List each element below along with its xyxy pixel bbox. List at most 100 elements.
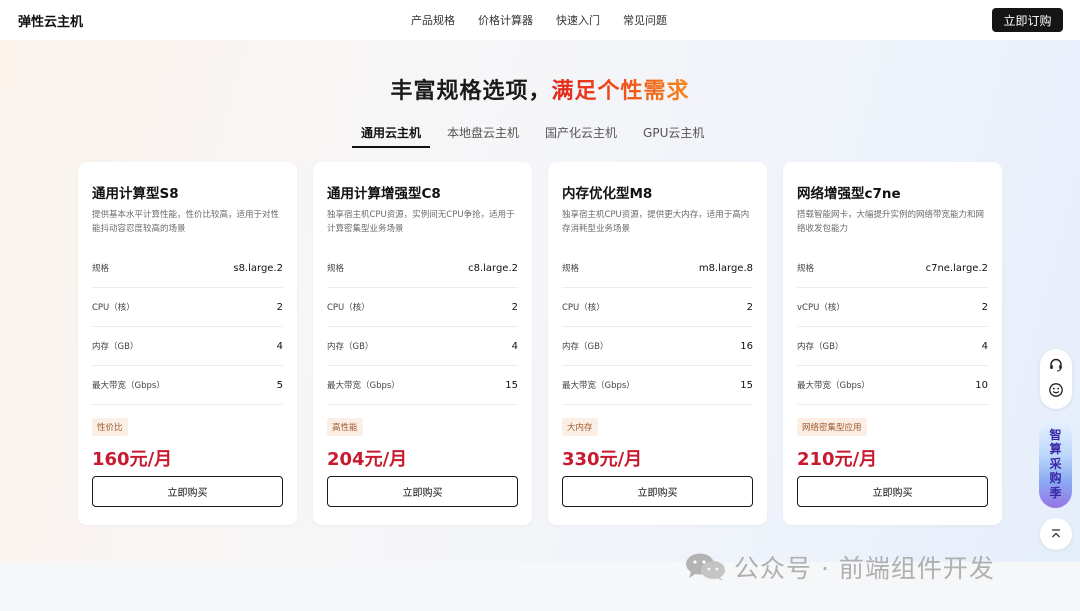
- tab-local-disk-instance[interactable]: 本地盘云主机: [447, 124, 519, 148]
- feature-badge: 网络密集型应用: [797, 418, 867, 436]
- spec-key: 规格: [562, 264, 580, 274]
- spec-key: 内存（GB）: [327, 342, 374, 352]
- spec-row-cpu: vCPU（核） 2: [797, 288, 988, 327]
- spec-key: 最大带宽（Gbps）: [92, 381, 165, 391]
- feature-badge: 高性能: [327, 418, 363, 436]
- headline-text: 丰富规格选项，: [390, 79, 552, 104]
- card-description: 搭载智能网卡，大幅提升实例的网络带宽能力和网络收发包能力: [797, 210, 985, 234]
- card-title: 通用计算型S8: [92, 186, 179, 202]
- watermark: 公众号 · 前端组件开发: [684, 550, 995, 584]
- buy-now-button[interactable]: 立即购买: [327, 476, 518, 507]
- tab-gpu-instance[interactable]: GPU云主机: [643, 124, 704, 148]
- main-nav: 产品规格 价格计算器 快速入门 常见问题: [411, 12, 690, 28]
- promo-pill[interactable]: 智 算 采 购 季: [1039, 420, 1072, 508]
- spec-value: c7ne.large.2: [925, 262, 988, 274]
- spec-card-c8: 通用计算增强型C8 独享宿主机CPU资源，实例间无CPU争抢，适用于计算密集型业…: [313, 162, 532, 525]
- promo-char: 购: [1049, 471, 1062, 486]
- nav-link-price-calculator[interactable]: 价格计算器: [478, 12, 533, 28]
- spec-row-cpu: CPU（核） 2: [327, 288, 518, 327]
- spec-key: vCPU（核）: [797, 303, 845, 313]
- spec-row-cpu: CPU（核） 2: [562, 288, 753, 327]
- spec-cards: 通用计算型S8 提供基本水平计算性能，性价比较高，适用于对性能抖动容忍度较高的场…: [78, 162, 1008, 525]
- promo-char: 算: [1049, 442, 1062, 457]
- spec-row-cpu: CPU（核） 2: [92, 288, 283, 327]
- spec-value: 2: [276, 301, 283, 313]
- spec-value: 2: [746, 301, 753, 313]
- spec-card-c7ne: 网络增强型c7ne 搭载智能网卡，大幅提升实例的网络带宽能力和网络收发包能力 规…: [783, 162, 1002, 525]
- card-description: 提供基本水平计算性能，性价比较高，适用于对性能抖动容忍度较高的场景: [92, 210, 280, 234]
- spec-row-model: 规格 c8.large.2: [327, 249, 518, 288]
- spec-row-memory: 内存（GB） 4: [797, 327, 988, 366]
- card-title: 网络增强型c7ne: [797, 186, 901, 202]
- card-title: 内存优化型M8: [562, 186, 653, 202]
- card-description: 独享宿主机CPU资源，提供更大内存，适用于高内存消耗型业务场景: [562, 210, 750, 234]
- spec-row-model: 规格 m8.large.8: [562, 249, 753, 288]
- floating-service-panel: [1040, 349, 1072, 409]
- spec-key: CPU（核）: [562, 303, 605, 313]
- spec-value: 2: [981, 301, 988, 313]
- back-to-top-button[interactable]: [1040, 518, 1072, 550]
- spec-key: CPU（核）: [327, 303, 370, 313]
- buy-now-button[interactable]: 立即购买: [92, 476, 283, 507]
- price-label: 210元/月: [797, 449, 878, 470]
- order-now-button[interactable]: 立即订购: [992, 8, 1063, 32]
- watermark-text: 公众号 · 前端组件开发: [734, 554, 995, 583]
- wechat-icon: [684, 552, 728, 582]
- spec-card-s8: 通用计算型S8 提供基本水平计算性能，性价比较高，适用于对性能抖动容忍度较高的场…: [78, 162, 297, 525]
- spec-value: 10: [975, 379, 988, 391]
- tab-domestic-instance[interactable]: 国产化云主机: [545, 124, 617, 148]
- spec-key: 内存（GB）: [797, 342, 844, 352]
- buy-now-button[interactable]: 立即购买: [562, 476, 753, 507]
- headset-icon[interactable]: [1048, 357, 1064, 373]
- feature-badge: 大内存: [562, 418, 598, 436]
- spec-value: s8.large.2: [233, 262, 283, 274]
- smile-icon[interactable]: [1048, 382, 1064, 398]
- card-title: 通用计算增强型C8: [327, 186, 441, 202]
- spec-value: c8.large.2: [468, 262, 518, 274]
- buy-now-button[interactable]: 立即购买: [797, 476, 988, 507]
- spec-key: 最大带宽（Gbps）: [562, 381, 635, 391]
- spec-row-model: 规格 s8.large.2: [92, 249, 283, 288]
- spec-value: 16: [740, 340, 753, 352]
- spec-value: 15: [505, 379, 518, 391]
- spec-key: CPU（核）: [92, 303, 135, 313]
- spec-row-memory: 内存（GB） 4: [92, 327, 283, 366]
- spec-key: 规格: [327, 264, 345, 274]
- nav-link-specs[interactable]: 产品规格: [411, 12, 455, 28]
- price-label: 204元/月: [327, 449, 408, 470]
- spec-key: 内存（GB）: [562, 342, 609, 352]
- spec-card-m8: 内存优化型M8 独享宿主机CPU资源，提供更大内存，适用于高内存消耗型业务场景 …: [548, 162, 767, 525]
- spec-key: 内存（GB）: [92, 342, 139, 352]
- headline-accent-text: 满足个性需求: [551, 79, 690, 104]
- nav-link-faq[interactable]: 常见问题: [623, 12, 667, 28]
- spec-key: 规格: [92, 264, 110, 274]
- spec-row-model: 规格 c7ne.large.2: [797, 249, 988, 288]
- feature-badge: 性价比: [92, 418, 128, 436]
- nav-link-quick-start[interactable]: 快速入门: [556, 12, 600, 28]
- spec-value: 5: [276, 379, 283, 391]
- card-description: 独享宿主机CPU资源，实例间无CPU争抢，适用于计算密集型业务场景: [327, 210, 515, 234]
- spec-value: 2: [511, 301, 518, 313]
- spec-key: 最大带宽（Gbps）: [797, 381, 870, 391]
- spec-row-bandwidth: 最大带宽（Gbps） 5: [92, 366, 283, 405]
- instance-type-tabs: 通用云主机 本地盘云主机 国产化云主机 GPU云主机: [351, 124, 730, 148]
- tab-general-instance[interactable]: 通用云主机: [351, 124, 431, 148]
- promo-char: 采: [1049, 456, 1062, 471]
- spec-value: m8.large.8: [698, 262, 753, 274]
- spec-value: 4: [981, 340, 988, 352]
- page-title: 丰富规格选项，满足个性需求: [0, 73, 1080, 105]
- promo-char: 智: [1049, 427, 1062, 442]
- spec-row-bandwidth: 最大带宽（Gbps） 15: [327, 366, 518, 405]
- promo-char: 季: [1049, 485, 1062, 500]
- spec-value: 4: [276, 340, 283, 352]
- spec-row-memory: 内存（GB） 4: [327, 327, 518, 366]
- spec-row-bandwidth: 最大带宽（Gbps） 10: [797, 366, 988, 405]
- spec-value: 15: [740, 379, 753, 391]
- brand-title[interactable]: 弹性云主机: [18, 11, 83, 30]
- price-label: 160元/月: [92, 449, 173, 470]
- spec-key: 最大带宽（Gbps）: [327, 381, 400, 391]
- spec-value: 4: [511, 340, 518, 352]
- spec-row-memory: 内存（GB） 16: [562, 327, 753, 366]
- back-to-top-icon: [1048, 526, 1064, 542]
- top-navigation-bar: 弹性云主机 产品规格 价格计算器 快速入门 常见问题 立即订购: [0, 0, 1080, 40]
